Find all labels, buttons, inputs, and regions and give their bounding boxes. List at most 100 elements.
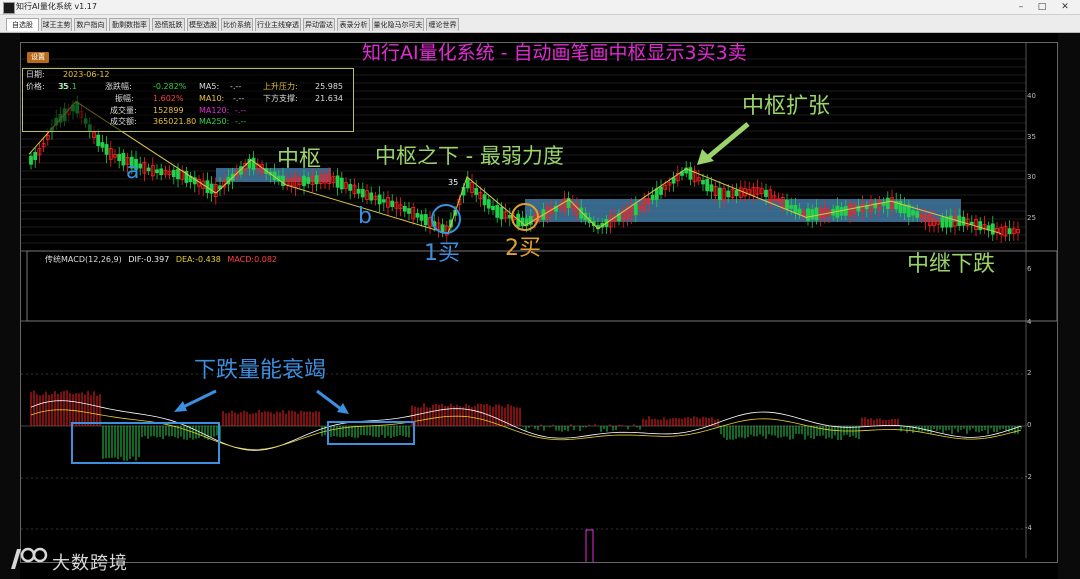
tab-panic[interactable]: 恐慌抵跌 — [152, 18, 185, 31]
candle-body — [171, 169, 176, 178]
candle-body — [29, 155, 33, 165]
macd-legend: 传统MACD(12,26,9) DIF:-0.397 DEA:-0.438 MA… — [45, 255, 277, 265]
macd-dif: DIF:-0.397 — [128, 255, 170, 264]
annotation-leg-a: a — [126, 159, 140, 184]
turnover-label: 成交额: — [110, 117, 137, 126]
tab-radar[interactable]: 异动雷达 — [303, 18, 335, 31]
annotation-center: 中枢 — [277, 147, 322, 172]
candle-body — [251, 157, 256, 170]
candle-body — [785, 200, 789, 210]
candle-body — [486, 199, 491, 209]
peak-price-mark: 35 — [448, 178, 459, 187]
ma10-label: MA10: — [199, 94, 225, 103]
macd-axis-tick: -4 — [1025, 524, 1032, 532]
price-axis-tick: 35 — [1027, 133, 1036, 141]
candle-body — [789, 205, 794, 209]
candle-body — [902, 204, 907, 214]
macd-axis-tick: 2 — [1027, 369, 1032, 377]
close-button[interactable]: ✕ — [1056, 0, 1074, 14]
tab-sector[interactable]: 行业主线穿透 — [255, 18, 301, 31]
tab-model-picks[interactable]: 模型选股 — [187, 18, 219, 31]
watermark: 大数跨境 — [8, 545, 127, 575]
tab-trend[interactable]: 球王主势 — [41, 18, 72, 31]
candle-body — [978, 221, 983, 231]
candle-body — [377, 194, 382, 205]
candle-body — [100, 142, 105, 148]
date-label: 日期: — [26, 70, 45, 79]
change-pct-value: -0.282% — [153, 82, 187, 91]
volume-value: 152899 — [153, 106, 184, 115]
candle-body — [717, 187, 722, 201]
candle-body — [764, 189, 768, 197]
candle-body — [474, 188, 479, 196]
change-pct-label: 涨跌幅: — [105, 82, 132, 91]
candle-body — [339, 177, 344, 190]
candle-body — [96, 134, 101, 147]
volume-arrow-2 — [316, 389, 342, 411]
candle-body — [1007, 228, 1012, 235]
price-axis-tick: 30 — [1027, 173, 1036, 181]
candle-body — [33, 151, 38, 161]
expand-arrow — [704, 122, 750, 161]
candle-body — [507, 215, 512, 219]
candle-body — [885, 197, 890, 209]
candle-body — [482, 194, 487, 206]
candle-body — [940, 217, 945, 228]
candle-body — [209, 183, 214, 194]
candle-body — [898, 200, 903, 214]
candle-body — [839, 207, 844, 216]
candle-body — [843, 206, 848, 216]
macd-axis-tick: 4 — [1027, 318, 1032, 326]
candle-body — [348, 184, 353, 191]
candle-body — [915, 211, 920, 218]
tab-compare[interactable]: 比价系统 — [221, 18, 253, 31]
candle-body — [948, 215, 953, 228]
price-axis-tick: 25 — [1027, 214, 1036, 222]
ma5-label: MA5: — [199, 82, 220, 91]
candle-body — [440, 224, 445, 233]
ma250-label: MA250: — [199, 117, 230, 126]
support-value: 21.634 — [315, 94, 343, 103]
macd-name: 传统MACD(12,26,9) — [45, 255, 122, 264]
candle-body — [146, 167, 151, 172]
window-title: 知行AI量化系统 v1.17 — [16, 2, 97, 11]
tab-chan-theory[interactable]: 缠论世界 — [426, 18, 459, 31]
info-box: 日期: 2023-06-12 价格: 35.1 涨跌幅: -0.282% 振幅:… — [22, 68, 354, 132]
candle-body — [491, 205, 495, 211]
settings-button[interactable]: 设置 — [27, 52, 49, 63]
macd-axis-tick: 6 — [1027, 265, 1032, 273]
candle-body — [726, 190, 731, 198]
tab-analysis[interactable]: 表录分析 — [337, 18, 370, 31]
tab-rate[interactable]: 勤剩数指率 — [109, 18, 150, 31]
candle-body — [465, 178, 470, 189]
candle-body — [797, 208, 802, 215]
app-icon — [3, 2, 15, 14]
peak-price-mark: 35 — [58, 82, 69, 91]
candle-body — [407, 208, 411, 214]
tab-direction[interactable]: 数户指向 — [74, 18, 107, 31]
tab-watchlist[interactable]: 自选股 — [6, 18, 39, 31]
maximize-button[interactable]: □ — [1033, 0, 1051, 14]
minimize-button[interactable]: – — [1012, 0, 1030, 14]
price-label: 价格: — [26, 82, 45, 91]
annotation-buy2: 2买 — [505, 236, 541, 261]
candle-body — [335, 175, 340, 188]
candle-body — [360, 189, 365, 198]
candle-body — [415, 213, 420, 218]
price-axis-tick: 40 — [1027, 92, 1036, 100]
candle-body — [705, 179, 710, 192]
annotation-center-expand: 中枢扩张 — [742, 94, 831, 119]
cursor-marker — [585, 529, 594, 562]
ma120-label: MA120: — [199, 106, 230, 115]
candle-body — [423, 214, 428, 226]
candle-body — [709, 184, 714, 192]
candle-body — [369, 192, 374, 201]
annotation-below-center: 中枢之下 - 最弱力度 — [375, 144, 564, 168]
macd-value: MACD:0.082 — [227, 255, 277, 264]
candle-body — [654, 188, 659, 200]
candle-body — [911, 210, 915, 216]
support-label: 下方支撑: — [263, 94, 298, 103]
candle-body — [155, 169, 159, 174]
tab-hmm[interactable]: 量化隐马尔可夫 — [372, 18, 424, 31]
volume-arrow-1-head — [174, 401, 187, 412]
